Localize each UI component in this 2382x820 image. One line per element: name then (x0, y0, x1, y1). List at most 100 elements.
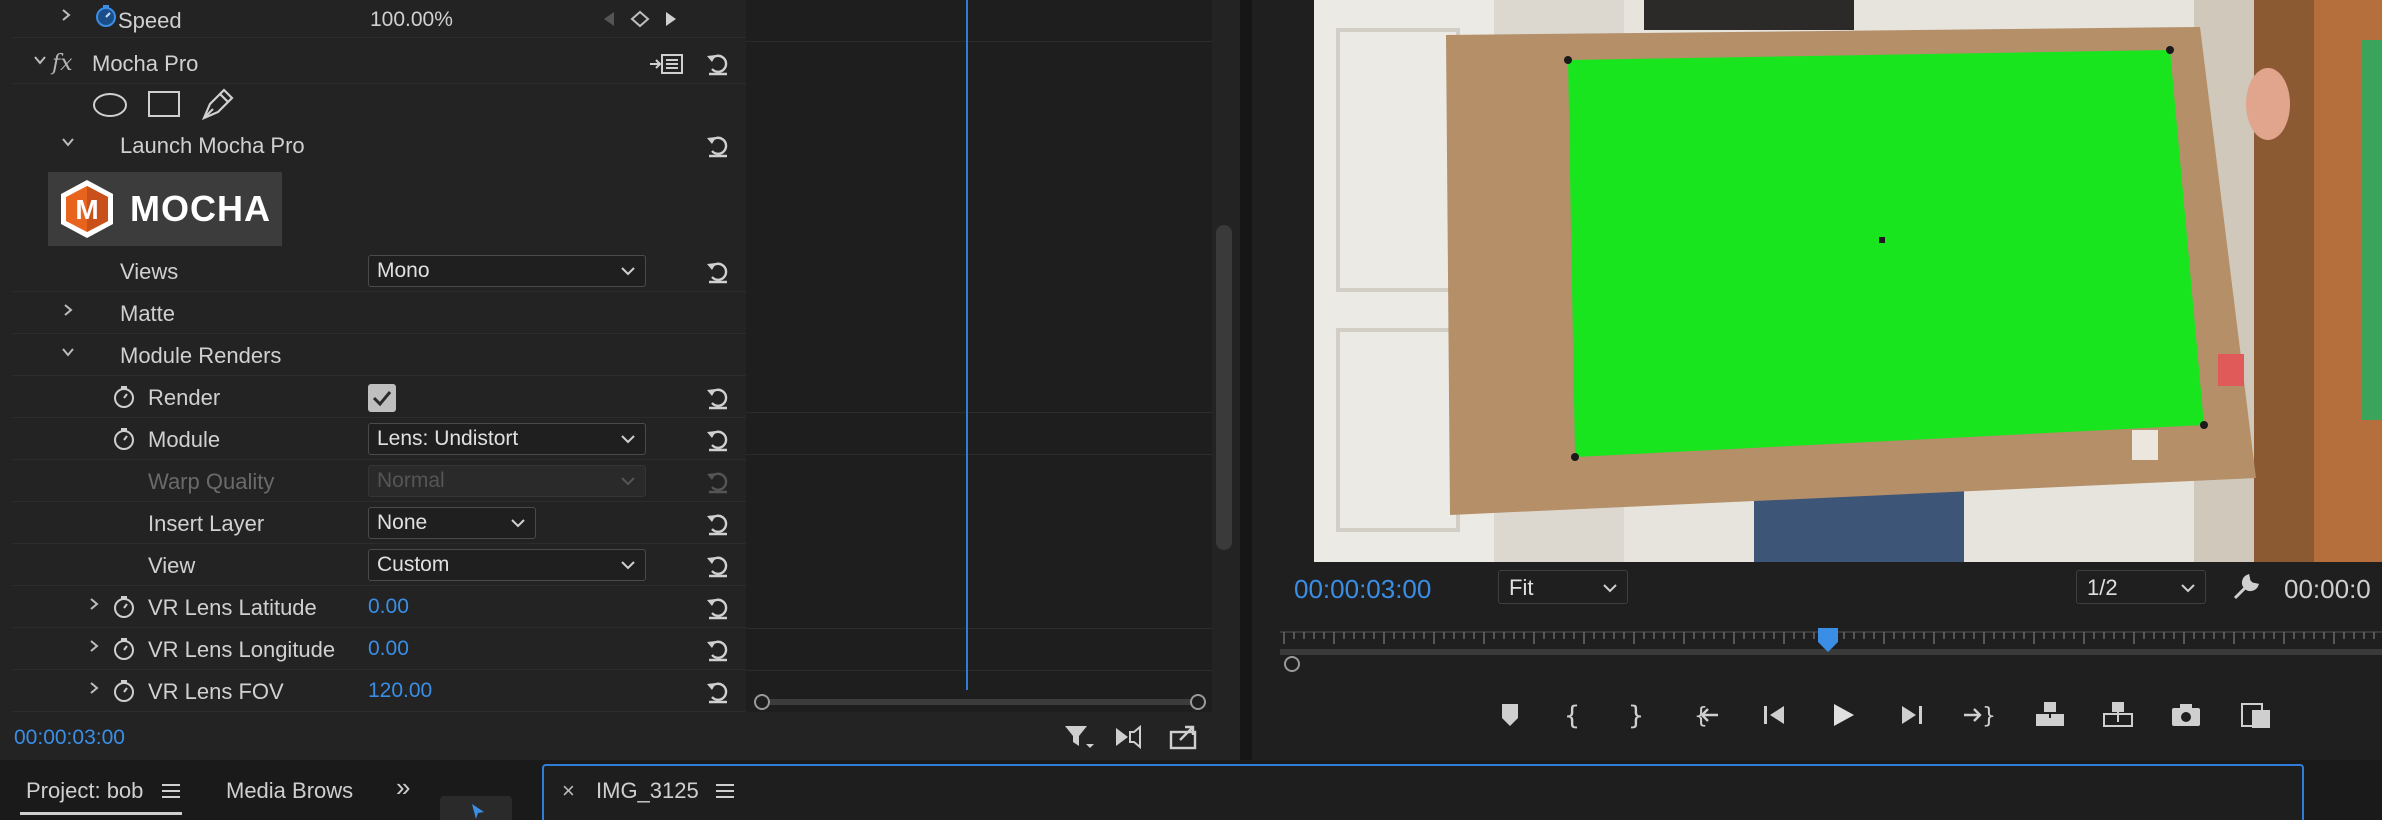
step-forward-icon[interactable] (1894, 698, 1930, 732)
stopwatch-icon[interactable] (112, 595, 136, 619)
zoom-level-dropdown[interactable]: Fit (1498, 570, 1628, 604)
play-audio-icon[interactable] (1112, 722, 1144, 752)
effect-controls-panel: Speed 100.00% fx Mocha Pro Launch Mocha … (0, 0, 1240, 760)
svg-text:{: { (1694, 704, 1708, 729)
reset-icon[interactable] (704, 677, 732, 705)
module-renders-row[interactable]: Module Renders (12, 334, 746, 376)
chevron-right-icon[interactable] (84, 597, 104, 617)
sequence-tab[interactable]: IMG_3125 (596, 778, 699, 804)
reset-icon[interactable] (704, 551, 732, 579)
go-to-out-icon[interactable]: } (1960, 698, 1996, 732)
vr-lens-fov-row: VR Lens FOV 120.00 (12, 670, 746, 712)
stopwatch-icon[interactable] (112, 637, 136, 661)
chevron-down-icon[interactable] (58, 345, 78, 365)
views-row: Views Mono (12, 250, 746, 292)
more-panels-icon[interactable]: » (396, 772, 410, 803)
view-value: Custom (377, 553, 450, 576)
chevron-down-icon (621, 477, 635, 486)
playhead-line[interactable] (966, 0, 968, 690)
duration-timecode[interactable]: 00:00:0 (2284, 574, 2371, 605)
vr-lens-latitude-value[interactable]: 0.00 (368, 595, 409, 619)
mark-in-icon[interactable]: { (1554, 698, 1590, 732)
ellipse-mask-icon[interactable] (92, 90, 128, 120)
add-marker-icon[interactable] (1492, 698, 1528, 732)
step-back-icon[interactable] (1756, 698, 1792, 732)
export-icon[interactable] (1168, 722, 1200, 752)
chevron-down-icon (2181, 584, 2195, 593)
mark-out-icon[interactable]: } (1618, 698, 1654, 732)
module-label: Module (148, 427, 221, 452)
speed-row: Speed 100.00% (12, 0, 746, 38)
chevron-right-icon[interactable] (58, 303, 78, 323)
render-checkbox[interactable] (368, 384, 396, 412)
effect-keyframe-timeline[interactable] (746, 0, 1212, 712)
reset-icon[interactable] (704, 131, 732, 159)
resolution-dropdown[interactable]: 1/2 (2076, 570, 2206, 604)
play-icon[interactable] (1824, 698, 1860, 732)
close-sequence-icon[interactable]: × (562, 778, 575, 804)
chevron-right-icon[interactable] (84, 681, 104, 701)
module-dropdown[interactable]: Lens: Undistort (368, 423, 646, 455)
view-row: View Custom (12, 544, 746, 586)
transport-controls: { } { } (1252, 690, 2382, 740)
panel-menu-icon[interactable] (160, 782, 182, 800)
rectangle-mask-icon[interactable] (146, 88, 182, 120)
chevron-right-icon[interactable] (84, 639, 104, 659)
insert-layer-dropdown[interactable]: None (368, 507, 536, 539)
media-browser-tab[interactable]: Media Brows (226, 778, 353, 804)
reset-icon[interactable] (704, 425, 732, 453)
reset-icon[interactable] (704, 383, 732, 411)
filter-icon[interactable] (1062, 722, 1094, 752)
mocha-logo-button[interactable]: M MOCHA (48, 172, 282, 246)
stopwatch-icon[interactable] (112, 679, 136, 703)
effect-menu-icon[interactable] (648, 52, 686, 76)
comparison-view-icon[interactable] (2238, 698, 2274, 732)
fx-badge[interactable]: fx (52, 51, 73, 76)
playhead-timecode[interactable]: 00:00:03:00 (1294, 574, 1431, 605)
matte-row[interactable]: Matte (12, 292, 746, 334)
mocha-pro-effect-header[interactable]: fx Mocha Pro (12, 42, 746, 84)
vr-lens-longitude-row: VR Lens Longitude 0.00 (12, 628, 746, 670)
video-frame[interactable] (1314, 0, 2382, 562)
reset-icon[interactable] (704, 257, 732, 285)
chevron-down-icon[interactable] (58, 135, 78, 155)
go-to-in-icon[interactable]: { (1688, 698, 1724, 732)
views-dropdown[interactable]: Mono (368, 255, 646, 287)
timeline-panel: × IMG_3125 (542, 764, 2304, 820)
stopwatch-icon[interactable] (94, 4, 118, 28)
vertical-scrollbar[interactable] (1216, 225, 1232, 550)
wrench-settings-icon[interactable] (2230, 572, 2260, 602)
panel-menu-icon[interactable] (714, 782, 736, 800)
stopwatch-icon[interactable] (112, 427, 136, 451)
ruler-zoom-handle[interactable] (1282, 654, 1302, 674)
reset-icon[interactable] (704, 509, 732, 537)
reset-icon[interactable] (704, 593, 732, 621)
view-dropdown[interactable]: Custom (368, 549, 646, 581)
module-value: Lens: Undistort (377, 427, 519, 450)
insert-icon[interactable] (2032, 698, 2068, 732)
warp-quality-value: Normal (377, 469, 445, 492)
stopwatch-icon[interactable] (112, 385, 136, 409)
pen-mask-icon[interactable] (200, 86, 236, 122)
chevron-down-icon (621, 435, 635, 444)
export-frame-camera-icon[interactable] (2168, 698, 2204, 732)
chevron-down-icon[interactable] (30, 53, 50, 73)
overwrite-icon[interactable] (2100, 698, 2136, 732)
selection-tool-icon[interactable] (470, 802, 486, 820)
launch-mocha-row: Launch Mocha Pro (12, 124, 746, 166)
effect-controls-footer: 00:00:03:00 (0, 712, 1240, 760)
playhead-marker[interactable] (1816, 626, 1840, 654)
vr-lens-longitude-value[interactable]: 0.00 (368, 637, 409, 661)
chevron-right-icon[interactable] (56, 8, 76, 28)
zoom-scrollbar[interactable] (754, 694, 1206, 710)
effect-properties-list: Speed 100.00% fx Mocha Pro Launch Mocha … (12, 0, 746, 712)
vr-lens-fov-label: VR Lens FOV (148, 679, 284, 704)
reset-icon[interactable] (704, 49, 732, 77)
effect-controls-timecode[interactable]: 00:00:03:00 (14, 726, 125, 750)
speed-value[interactable]: 100.00% (370, 8, 453, 32)
vr-lens-fov-value[interactable]: 120.00 (368, 679, 432, 703)
reset-icon[interactable] (704, 635, 732, 663)
project-tab[interactable]: Project: bob (26, 778, 143, 804)
keyframe-navigator[interactable] (600, 10, 690, 28)
panel-divider[interactable] (1240, 0, 1252, 760)
